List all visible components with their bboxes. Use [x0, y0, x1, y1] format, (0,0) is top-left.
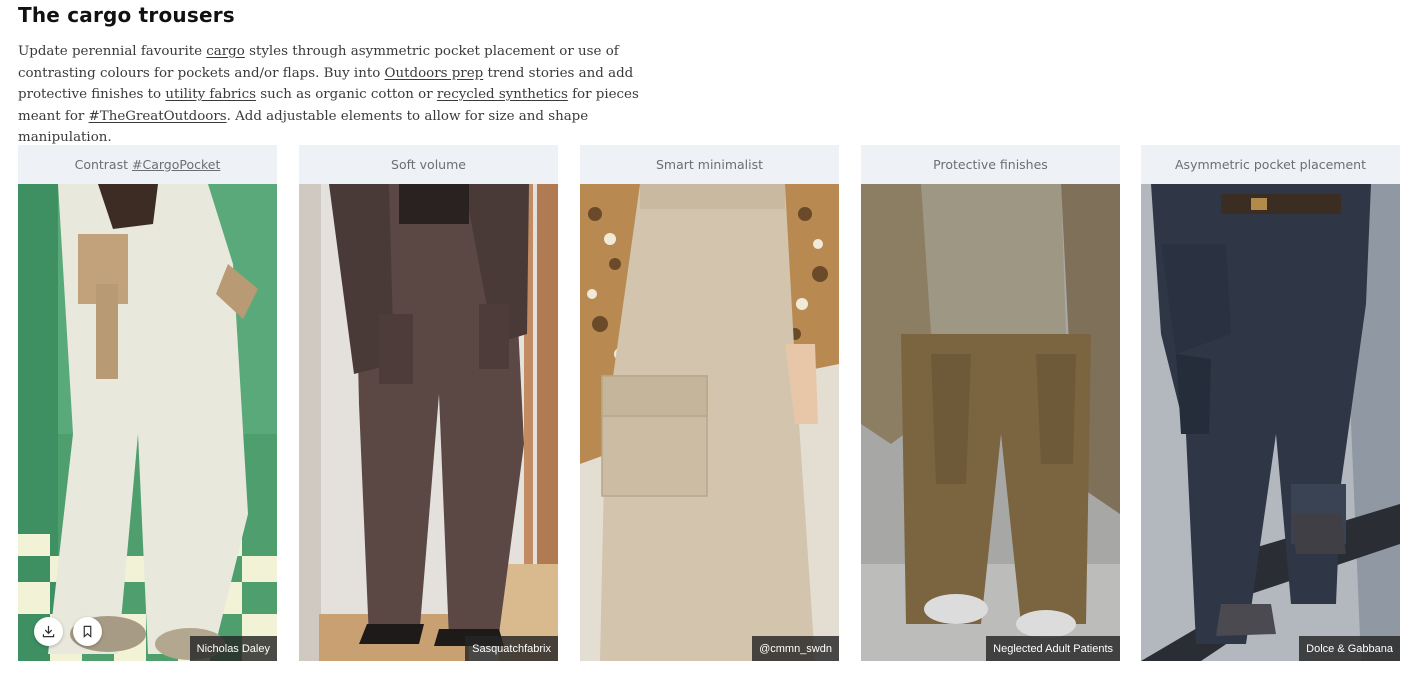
- card-header-label: Contrast: [74, 157, 129, 172]
- section-intro: Update perennial favourite cargo styles …: [18, 41, 678, 149]
- outdoors-prep-link[interactable]: Outdoors prep: [385, 66, 484, 81]
- trousers-photo: [580, 184, 839, 661]
- utility-fabrics-link[interactable]: utility fabrics: [165, 87, 256, 102]
- cargo-pocket-link[interactable]: #CargoPocket: [132, 157, 220, 172]
- image-card[interactable]: Smart minimalist @cmmn_swdn: [580, 145, 839, 661]
- photo-credit: Dolce & Gabbana: [1299, 636, 1400, 661]
- image-card[interactable]: Protective finishes Neglected Adult Pati…: [861, 145, 1120, 661]
- download-button[interactable]: [34, 617, 63, 646]
- image-card[interactable]: Contrast #CargoPocket Nicholas Daley: [18, 145, 277, 661]
- trousers-photo: [1141, 184, 1400, 661]
- intro-text: such as organic cotton or: [255, 87, 437, 103]
- photo-credit: @cmmn_swdn: [752, 636, 839, 661]
- image-card[interactable]: Soft volume Sasquatchfabrix: [299, 145, 558, 661]
- card-image[interactable]: Nicholas Daley: [18, 184, 277, 661]
- card-header: Soft volume: [299, 145, 558, 184]
- card-header: Asymmetric pocket placement: [1141, 145, 1400, 184]
- download-icon: [42, 625, 55, 638]
- bookmark-button[interactable]: [73, 617, 102, 646]
- section-title: The cargo trousers: [18, 3, 235, 27]
- trousers-photo: [861, 184, 1120, 661]
- photo-credit: Sasquatchfabrix: [465, 636, 558, 661]
- bookmark-icon: [83, 625, 92, 638]
- card-header: Protective finishes: [861, 145, 1120, 184]
- card-header-label: Soft volume: [391, 157, 466, 172]
- card-header-label: Smart minimalist: [655, 157, 764, 172]
- card-header: Contrast #CargoPocket: [18, 145, 277, 184]
- cargo-trousers-section: The cargo trousers Update perennial favo…: [0, 0, 1415, 698]
- card-image[interactable]: Dolce & Gabbana: [1141, 184, 1400, 661]
- photo-credit: Nicholas Daley: [189, 636, 277, 661]
- card-header: Smart minimalist: [580, 145, 839, 184]
- recycled-synthetics-link[interactable]: recycled synthetics: [437, 87, 568, 102]
- great-outdoors-link[interactable]: #TheGreatOutdoors: [89, 109, 227, 124]
- intro-text: Update perennial favourite: [18, 44, 207, 59]
- photo-credit: Neglected Adult Patients: [986, 636, 1120, 661]
- trousers-photo: [299, 184, 558, 661]
- cargo-link[interactable]: cargo: [206, 44, 245, 59]
- card-image[interactable]: Neglected Adult Patients: [861, 184, 1120, 661]
- image-card[interactable]: Asymmetric pocket placement Dolce & Gabb…: [1141, 145, 1400, 661]
- card-header-label: Asymmetric pocket placement: [1175, 157, 1366, 172]
- trousers-photo: [18, 184, 277, 661]
- card-image[interactable]: @cmmn_swdn: [580, 184, 839, 661]
- card-image[interactable]: Sasquatchfabrix: [299, 184, 558, 661]
- card-header-label: Protective finishes: [933, 157, 1048, 172]
